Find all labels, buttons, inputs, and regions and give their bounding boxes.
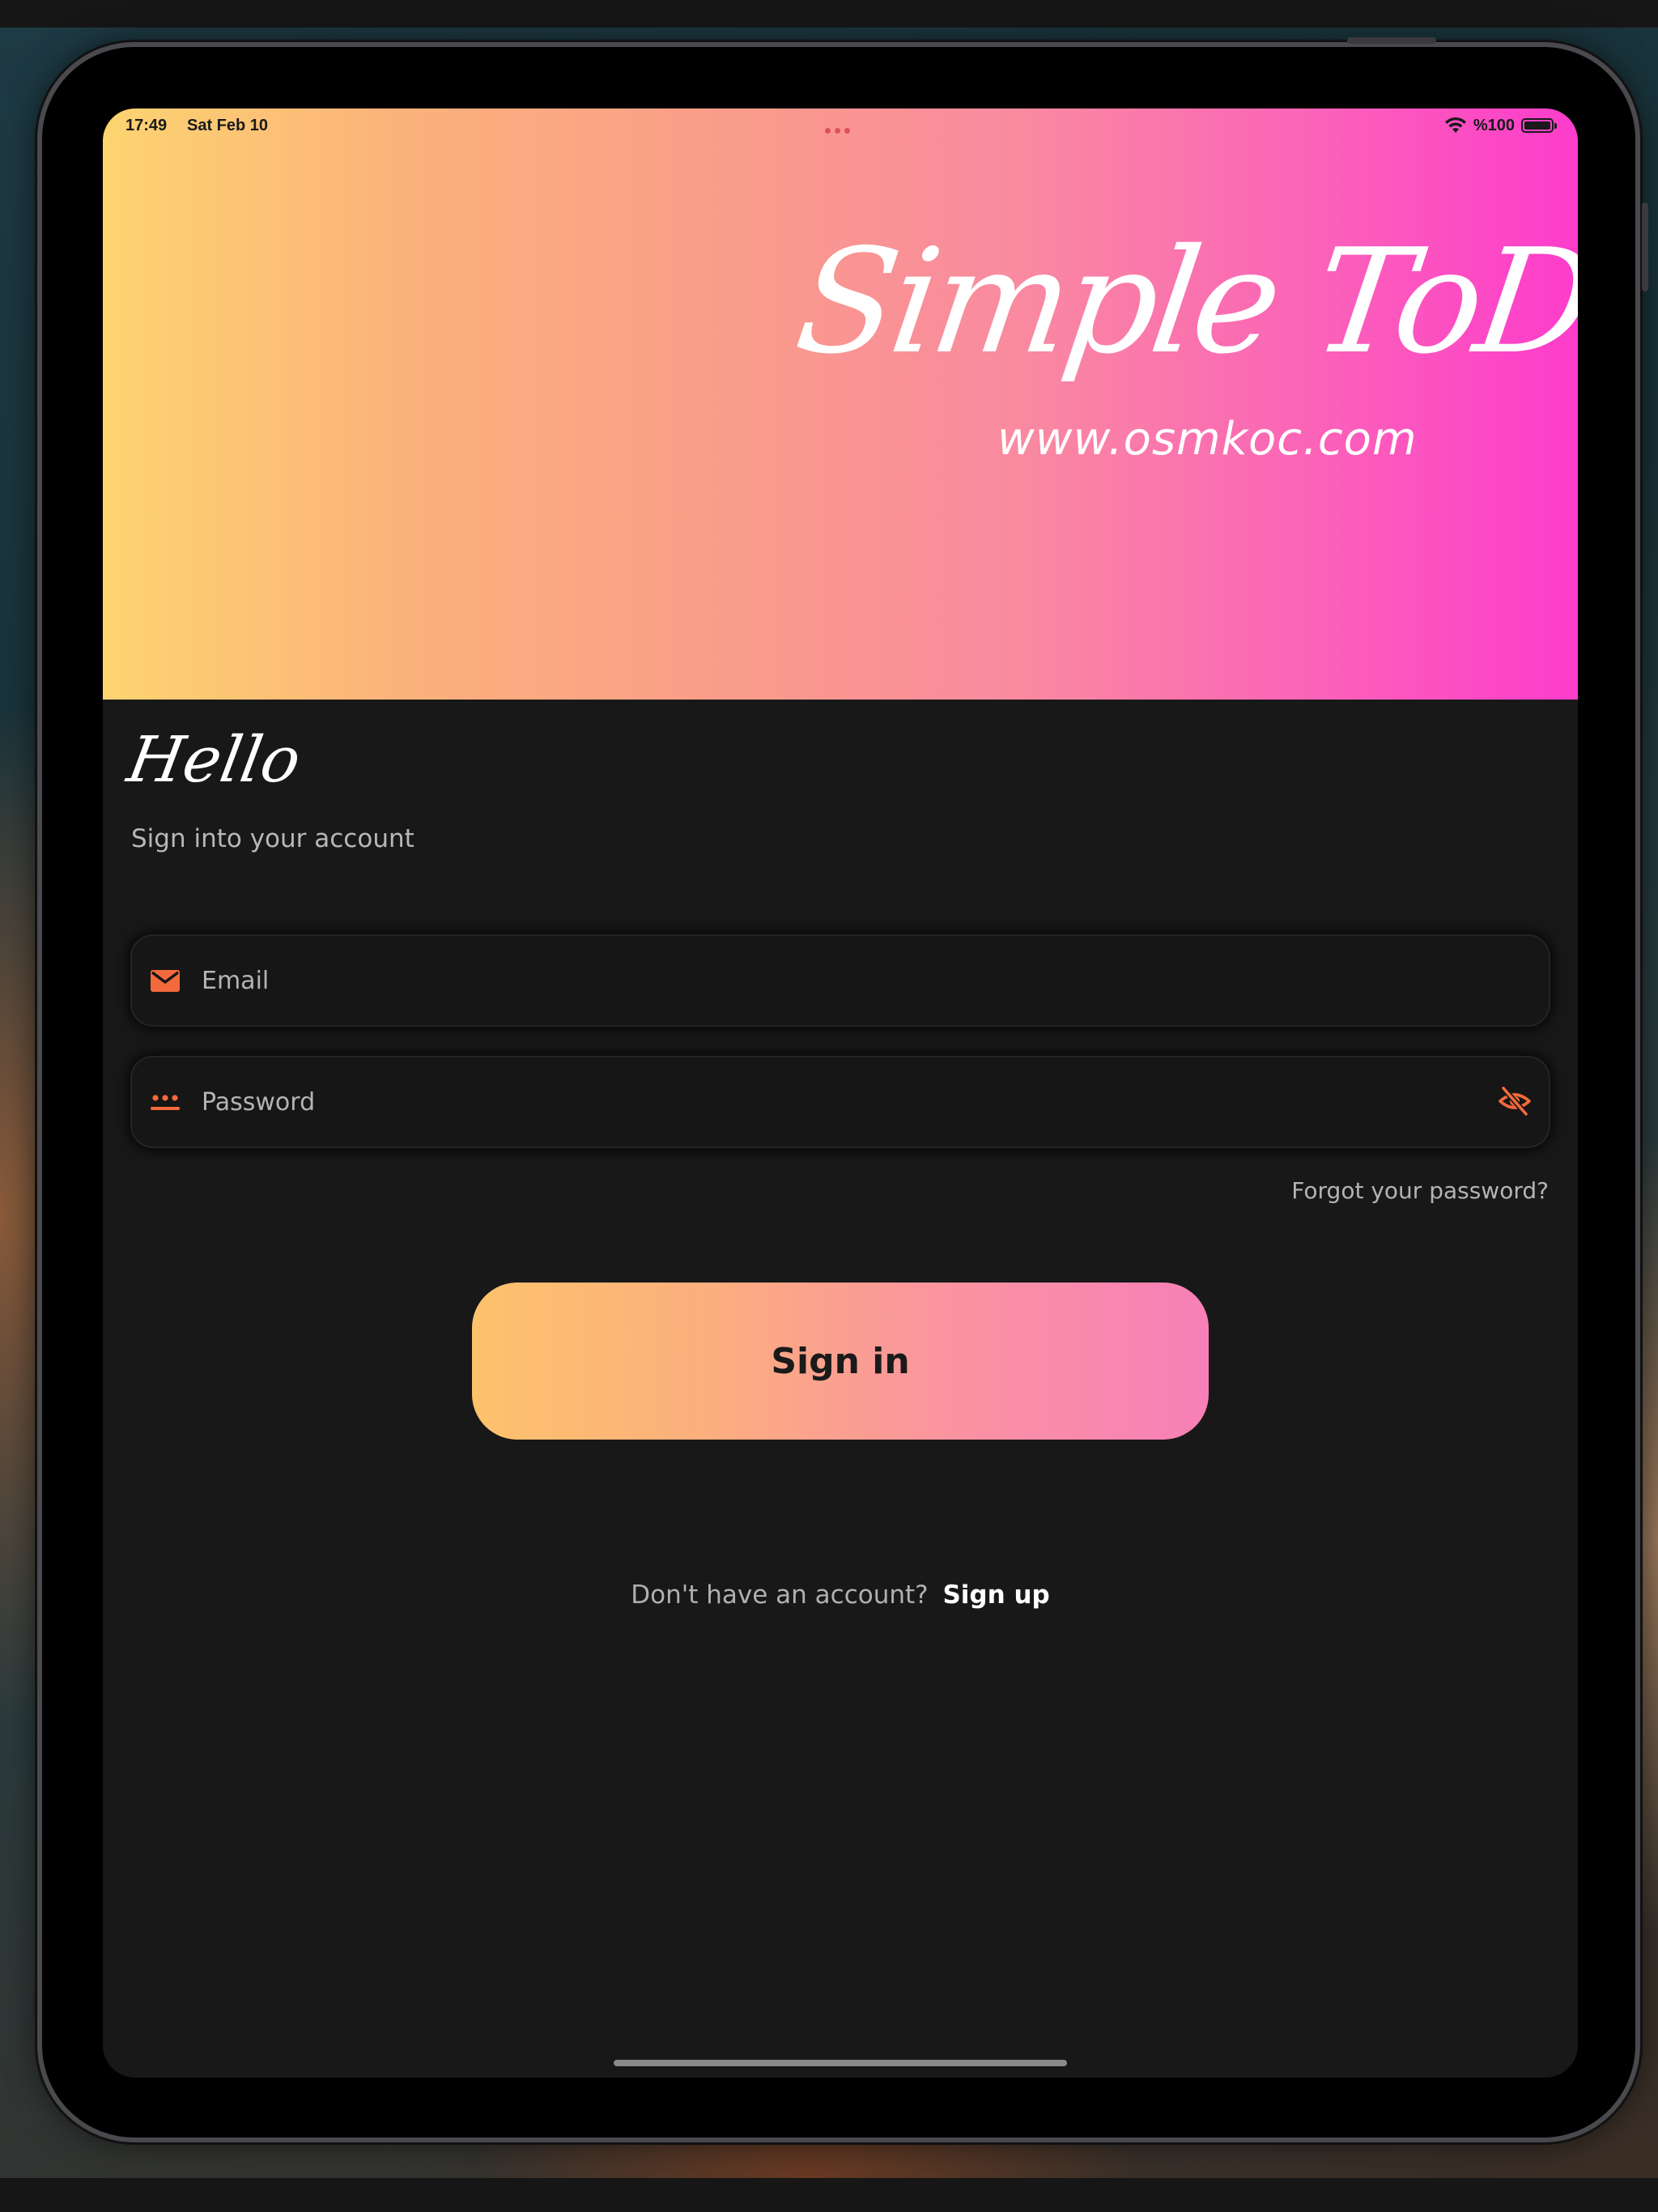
status-time: 17:49	[125, 117, 168, 134]
home-indicator[interactable]	[614, 2060, 1067, 2066]
password-input[interactable]	[200, 1056, 1463, 1148]
status-bar: 17:49 Sat Feb 10 %100	[103, 108, 1578, 141]
email-input[interactable]	[200, 934, 1463, 1027]
battery-icon	[1521, 118, 1557, 133]
volume-button	[1347, 37, 1436, 44]
desktop-wallpaper: 17:49 Sat Feb 10 %100 Simple ToDo www.os…	[0, 0, 1658, 2212]
signup-row: Don't have an account? Sign up	[103, 1580, 1578, 1610]
header-banner: 17:49 Sat Feb 10 %100 Simple ToDo www.os…	[103, 108, 1578, 700]
status-indicators: %100	[1444, 115, 1557, 136]
side-button	[1642, 202, 1648, 291]
host-top-bar	[0, 0, 1658, 28]
password-dots-icon	[151, 1095, 180, 1110]
battery-percent: %100	[1473, 116, 1515, 134]
sign-in-button[interactable]: Sign in	[472, 1283, 1209, 1440]
greeting-title: Hello	[122, 724, 306, 797]
host-bottom-bar	[0, 2178, 1658, 2212]
forgot-password-link[interactable]: Forgot your password?	[1291, 1177, 1549, 1204]
email-field[interactable]	[130, 934, 1550, 1027]
wifi-icon	[1444, 117, 1466, 133]
app-logo-url: www.osmkoc.com	[997, 413, 1418, 466]
multitasking-dots-icon[interactable]	[825, 121, 857, 134]
mail-icon	[151, 970, 180, 992]
sign-up-link[interactable]: Sign up	[942, 1580, 1049, 1610]
signup-prompt: Don't have an account?	[631, 1580, 929, 1610]
eye-off-icon[interactable]	[1497, 1083, 1533, 1119]
app-screen: 17:49 Sat Feb 10 %100 Simple ToDo www.os…	[103, 108, 1578, 2078]
greeting-subtitle: Sign into your account	[131, 824, 414, 853]
app-logo-title: Simple ToDo	[787, 218, 1578, 385]
status-date: Sat Feb 10	[187, 117, 269, 134]
password-field[interactable]	[130, 1056, 1550, 1148]
